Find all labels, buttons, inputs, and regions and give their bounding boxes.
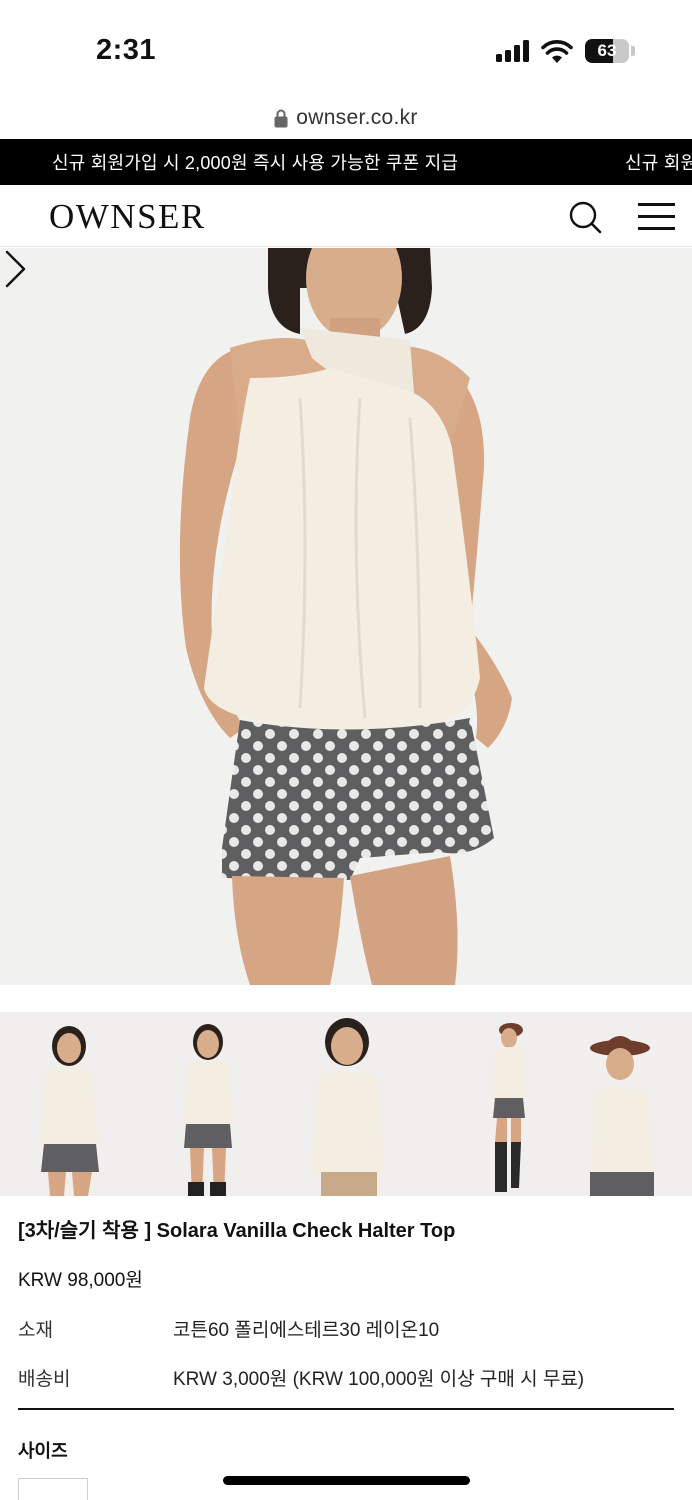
thumbnail-photo-1 <box>40 1026 99 1196</box>
product-price: KRW 98,000원 <box>18 1270 143 1291</box>
size-label: 사이즈 <box>18 1441 68 1461</box>
chevron-right-icon[interactable] <box>0 248 30 290</box>
material-label: 소재 <box>18 1320 53 1341</box>
product-main-image[interactable] <box>0 248 692 985</box>
address-bar[interactable]: ownser.co.kr <box>0 100 692 138</box>
size-option[interactable] <box>18 1478 88 1500</box>
promo-text: 신규 회원가입 시 2,000원 즉시 사용 가능한 쿠폰 지급 <box>52 153 459 173</box>
lock-icon <box>274 109 288 128</box>
promo-text-repeat: 신규 회원가입 시 2,000원 즉시 사용 가능한 쿠폰 지급 <box>625 153 692 173</box>
battery-nub <box>631 46 635 56</box>
thumbnail-photo-3 <box>310 1018 385 1196</box>
thumbnail-3[interactable] <box>276 1012 416 1196</box>
material-value: 코튼60 폴리에스테르30 레이온10 <box>173 1320 440 1341</box>
thumbnail-4[interactable] <box>415 1012 554 1196</box>
site-header: OWNSER <box>0 185 692 247</box>
shipping-value: KRW 3,000원 (KRW 100,000원 이상 구매 시 무료) <box>173 1369 585 1390</box>
home-indicator[interactable] <box>223 1476 470 1485</box>
model-photo <box>179 248 512 985</box>
wifi-icon <box>541 40 573 63</box>
product-title: [3차/슬기 착용 ] Solara Vanilla Check Halter … <box>18 1220 456 1242</box>
signal-icon <box>496 40 532 62</box>
search-icon[interactable] <box>567 199 603 235</box>
thumbnail-1[interactable] <box>0 1012 139 1196</box>
thumbnail-2[interactable] <box>138 1012 277 1196</box>
section-divider <box>18 1408 674 1410</box>
site-logo[interactable]: OWNSER <box>49 197 206 237</box>
battery-percent: 63 <box>597 41 617 60</box>
promo-banner[interactable]: 신규 회원가입 시 2,000원 즉시 사용 가능한 쿠폰 지급 신규 회원가입… <box>0 139 692 185</box>
thumbnail-photo-2 <box>184 1024 233 1196</box>
thumbnail-5[interactable] <box>553 1012 692 1196</box>
thumbnail-photo-5 <box>589 1036 654 1196</box>
shipping-label: 배송비 <box>18 1369 71 1390</box>
status-time: 2:31 <box>96 34 157 66</box>
battery-icon: 63 <box>585 39 629 63</box>
thumbnail-photo-4 <box>493 1023 526 1192</box>
status-bar: 2:31 63 <box>0 0 692 100</box>
url-text: ownser.co.kr <box>296 106 418 129</box>
thumbnail-strip <box>0 1012 692 1196</box>
hamburger-menu-icon[interactable] <box>638 203 675 231</box>
